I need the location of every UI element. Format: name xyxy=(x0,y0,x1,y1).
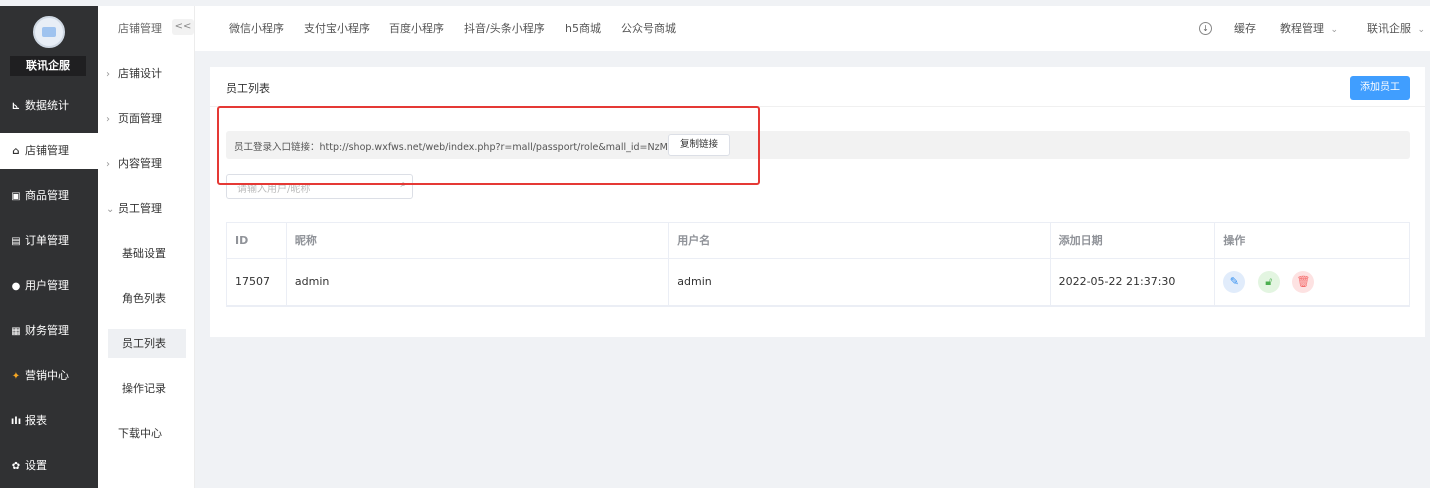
subnav-item-label: 内容管理 xyxy=(118,157,162,170)
tab-h5-mall[interactable]: h5商城 xyxy=(565,6,601,51)
sidebar-item-shop[interactable]: ⌂ 店铺管理 xyxy=(0,133,98,169)
sidebar-item-goods[interactable]: ▣ 商品管理 xyxy=(0,178,98,214)
sidebar-item-label: 报表 xyxy=(25,414,47,427)
cell-actions: ✎ 🔓︎ 🗑︎ xyxy=(1215,259,1409,305)
copy-link-button[interactable]: 复制链接 xyxy=(668,134,730,156)
tab-douyin-mini[interactable]: 抖音/头条小程序 xyxy=(464,6,545,51)
sidebar-item-label: 财务管理 xyxy=(25,324,69,337)
column-header-username: 用户名 xyxy=(669,223,1051,259)
chevron-down-icon: ⌄ xyxy=(1417,25,1426,35)
sidebar-item-label: 数据统计 xyxy=(25,99,69,112)
sidebar-item-label: 设置 xyxy=(25,459,47,472)
goods-icon: ▣ xyxy=(11,191,21,202)
sidebar-item-label: 商品管理 xyxy=(25,189,69,202)
finance-icon: ▦ xyxy=(11,326,21,337)
subnav-item-staff-manage[interactable]: ⌄ 员工管理 xyxy=(106,194,191,224)
sidebar-item-marketing[interactable]: ✦ 营销中心 xyxy=(0,358,98,394)
subnav-item-page-manage[interactable]: › 页面管理 xyxy=(106,104,191,134)
staff-list-panel: 员工列表 添加员工 员工登录入口链接：http://shop.wxfws.net… xyxy=(210,67,1425,337)
logo-icon xyxy=(33,16,65,48)
subnav-title: 店铺管理 xyxy=(118,22,162,35)
tab-official-account-mall[interactable]: 公众号商城 xyxy=(621,6,676,51)
tab-baidu-mini[interactable]: 百度小程序 xyxy=(389,6,444,51)
chevron-right-icon: › xyxy=(106,159,110,170)
sidebar-item-users[interactable]: ● 用户管理 xyxy=(0,268,98,304)
subnav-sub-staff-list[interactable]: 员工列表 xyxy=(108,329,186,358)
table-header-row: ID 昵称 用户名 添加日期 操作 xyxy=(227,223,1409,259)
add-staff-button[interactable]: 添加员工 xyxy=(1350,76,1410,100)
search-placeholder: 请输入用户/昵称 xyxy=(237,184,311,195)
tab-wechat-mini[interactable]: 微信小程序 xyxy=(229,6,284,51)
sidebar-item-report[interactable]: ılı 报表 xyxy=(0,403,98,439)
search-input[interactable]: 请输入用户/昵称 ⌕ xyxy=(226,174,413,199)
shop-icon: ⌂ xyxy=(12,146,20,157)
cell-date: 2022-05-22 21:37:30 xyxy=(1051,259,1216,305)
column-header-nickname: 昵称 xyxy=(286,223,670,259)
order-icon: ▤ xyxy=(11,236,21,247)
table-row: 17507 admin admin 2022-05-22 21:37:30 ✎ … xyxy=(227,259,1409,305)
sidebar-item-label: 订单管理 xyxy=(25,234,69,247)
sidebar-item-settings[interactable]: ✿ 设置 xyxy=(0,448,98,484)
download-icon[interactable]: ↓ xyxy=(1199,22,1212,35)
user-icon: ● xyxy=(11,281,21,292)
staff-table: ID 昵称 用户名 添加日期 操作 17507 admin admin 2022… xyxy=(226,222,1410,307)
chevron-right-icon: › xyxy=(106,114,110,125)
brand-name: 联讯企服 xyxy=(10,56,86,76)
chart-icon: ⊾ xyxy=(11,101,21,112)
top-bar: 微信小程序 支付宝小程序 百度小程序 抖音/头条小程序 h5商城 公众号商城 ↓… xyxy=(195,6,1430,51)
sidebar-item-stats[interactable]: ⊾ 数据统计 xyxy=(0,88,98,124)
sidebar-item-finance[interactable]: ▦ 财务管理 xyxy=(0,313,98,349)
marketing-icon: ✦ xyxy=(11,371,21,382)
cell-username: admin xyxy=(669,259,1051,305)
sidebar-item-orders[interactable]: ▤ 订单管理 xyxy=(0,223,98,259)
column-header-id: ID xyxy=(227,223,287,259)
collapse-button[interactable]: << xyxy=(172,19,194,35)
subnav-download-center[interactable]: 下载中心 xyxy=(118,419,203,449)
panel-header: 员工列表 添加员工 xyxy=(210,67,1425,107)
cell-id: 17507 xyxy=(227,259,287,305)
subnav-item-content-manage[interactable]: › 内容管理 xyxy=(106,149,191,179)
login-link-bar: 员工登录入口链接：http://shop.wxfws.net/web/index… xyxy=(226,131,1410,159)
main-sidebar: 联讯企服 ⊾ 数据统计 ⌂ 店铺管理 ▣ 商品管理 ▤ 订单管理 ● 用户管理 ▦ 财务管理… xyxy=(0,6,98,488)
settings-icon: ✿ xyxy=(11,461,21,472)
subnav-sub-role-list[interactable]: 角色列表 xyxy=(108,284,186,313)
chevron-down-icon: ⌄ xyxy=(106,204,115,215)
cell-nickname: admin xyxy=(287,259,670,305)
account-menu[interactable]: 联讯企服 ⌄ xyxy=(1367,6,1425,51)
tutorial-label: 教程管理 xyxy=(1280,22,1324,35)
edit-icon[interactable]: ✎ xyxy=(1223,271,1246,293)
subnav-sub-operation-log[interactable]: 操作记录 xyxy=(108,374,186,403)
sidebar-item-label: 店铺管理 xyxy=(25,144,69,157)
search-icon[interactable]: ⌕ xyxy=(400,179,406,190)
subnav-sub-basic-settings[interactable]: 基础设置 xyxy=(108,239,186,268)
tab-alipay-mini[interactable]: 支付宝小程序 xyxy=(304,6,370,51)
chevron-down-icon: ⌄ xyxy=(1330,25,1339,35)
column-header-date: 添加日期 xyxy=(1050,223,1216,259)
chevron-right-icon: › xyxy=(106,69,110,80)
report-icon: ılı xyxy=(10,416,22,427)
subnav-item-shop-design[interactable]: › 店铺设计 xyxy=(106,59,191,89)
subnav-item-label: 员工管理 xyxy=(118,202,162,215)
page-title: 员工列表 xyxy=(226,82,270,95)
sidebar-item-label: 营销中心 xyxy=(25,369,69,382)
lock-icon[interactable]: 🔓︎ xyxy=(1257,271,1280,293)
sidebar-item-label: 用户管理 xyxy=(25,279,69,292)
subnav-item-label: 页面管理 xyxy=(118,112,162,125)
cache-button[interactable]: 缓存 xyxy=(1234,6,1256,51)
delete-icon[interactable]: 🗑︎ xyxy=(1292,271,1315,293)
column-header-actions: 操作 xyxy=(1215,223,1409,259)
sub-sidebar: 店铺管理 << › 店铺设计 › 页面管理 › 内容管理 ⌄ 员工管理 基础设置 角色列… xyxy=(98,6,195,488)
login-link-text: 员工登录入口链接：http://shop.wxfws.net/web/index… xyxy=(234,142,676,153)
account-label: 联讯企服 xyxy=(1367,22,1411,35)
tutorial-menu[interactable]: 教程管理 ⌄ xyxy=(1280,6,1338,51)
subnav-item-label: 店铺设计 xyxy=(118,67,162,80)
